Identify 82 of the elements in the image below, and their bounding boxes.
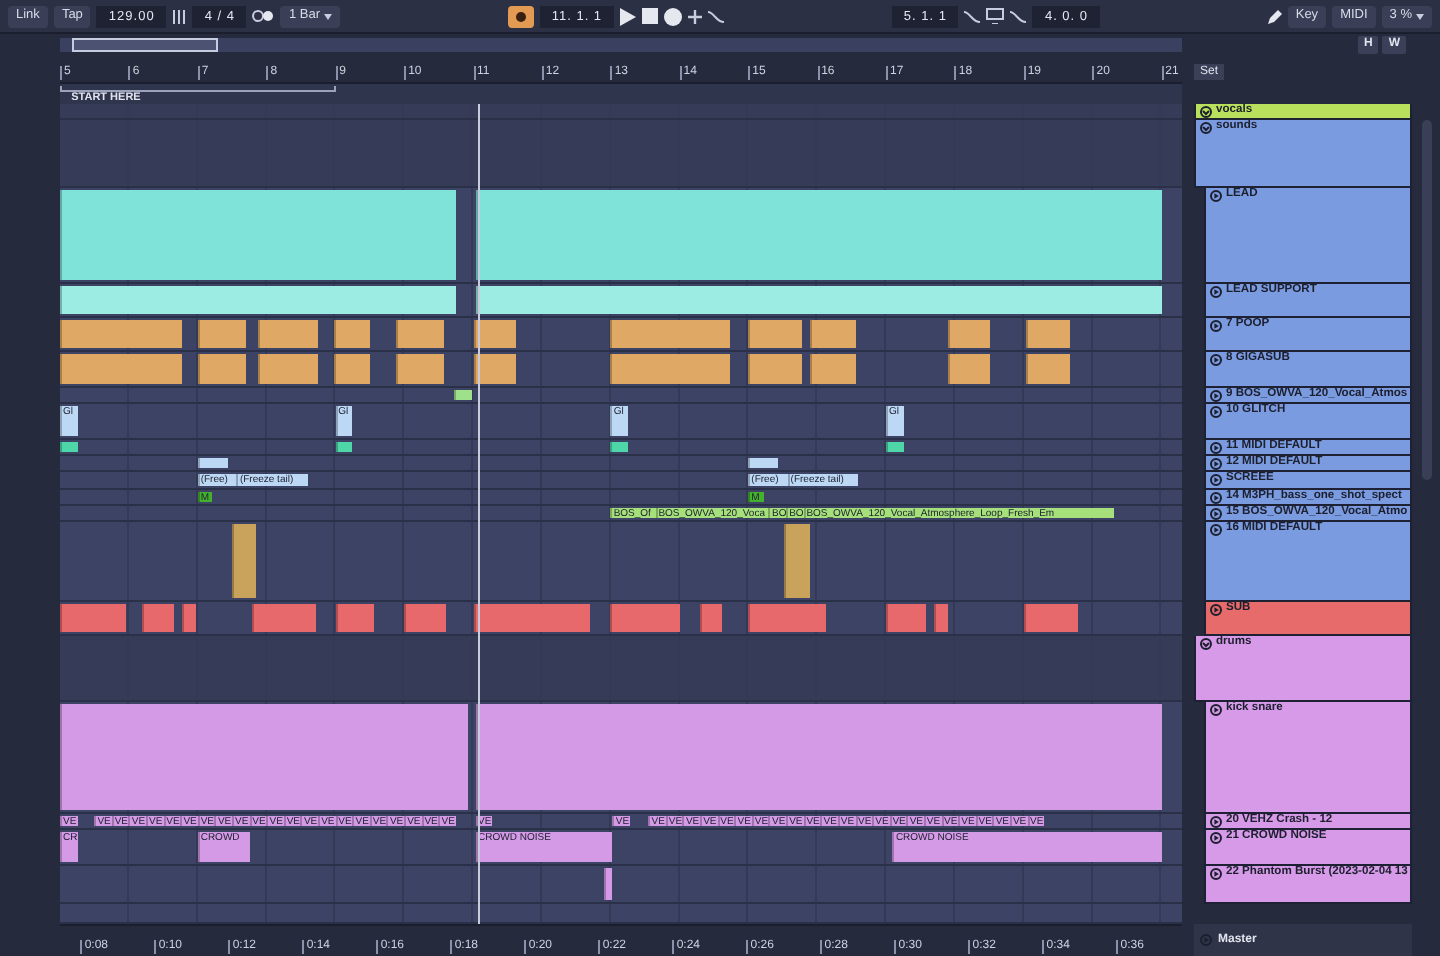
clip[interactable] bbox=[142, 604, 175, 632]
metronome-icon[interactable] bbox=[252, 10, 275, 22]
clip[interactable] bbox=[335, 442, 353, 452]
clip[interactable] bbox=[60, 190, 456, 280]
clip[interactable] bbox=[934, 604, 948, 632]
stop-icon[interactable] bbox=[642, 8, 659, 24]
clip[interactable] bbox=[181, 604, 196, 632]
caret-icon bbox=[1416, 13, 1424, 19]
track-icon[interactable] bbox=[1210, 285, 1222, 297]
record-icon[interactable] bbox=[664, 7, 683, 25]
clip[interactable] bbox=[197, 320, 247, 348]
clip[interactable] bbox=[886, 442, 904, 452]
clip[interactable] bbox=[748, 354, 802, 384]
track-icon[interactable] bbox=[1210, 405, 1222, 417]
clip[interactable] bbox=[396, 354, 444, 384]
clip[interactable] bbox=[473, 354, 517, 384]
clip[interactable] bbox=[948, 320, 990, 348]
clip[interactable] bbox=[473, 604, 591, 632]
overview-window[interactable] bbox=[71, 38, 218, 52]
track-icon[interactable] bbox=[1210, 319, 1222, 331]
clip[interactable] bbox=[610, 604, 680, 632]
record-dot-icon bbox=[515, 11, 526, 21]
clip[interactable] bbox=[886, 604, 926, 632]
clip[interactable] bbox=[1023, 604, 1079, 632]
clip[interactable] bbox=[783, 524, 810, 598]
pencil-icon[interactable] bbox=[1267, 9, 1282, 23]
loop-bracket[interactable] bbox=[60, 86, 336, 92]
clip[interactable] bbox=[809, 320, 857, 348]
track-icon[interactable] bbox=[1210, 603, 1222, 615]
clip[interactable] bbox=[60, 320, 182, 348]
clip[interactable] bbox=[1025, 320, 1070, 348]
clip[interactable] bbox=[404, 604, 446, 632]
clip[interactable] bbox=[258, 320, 318, 348]
track-icon[interactable] bbox=[1210, 353, 1222, 365]
track-icon[interactable] bbox=[1210, 831, 1222, 843]
scrollbar[interactable] bbox=[1422, 120, 1432, 480]
caret-icon bbox=[324, 13, 333, 19]
clip[interactable] bbox=[60, 442, 78, 452]
clip[interactable] bbox=[60, 286, 456, 314]
overview-bar[interactable] bbox=[60, 38, 1182, 52]
track-icon[interactable] bbox=[1210, 523, 1222, 535]
plus-icon[interactable] bbox=[688, 9, 703, 23]
clip[interactable] bbox=[475, 190, 1162, 280]
clip[interactable] bbox=[252, 604, 316, 632]
clip[interactable] bbox=[948, 354, 990, 384]
fold-icon[interactable] bbox=[1200, 105, 1212, 117]
clip[interactable] bbox=[333, 354, 371, 384]
clip[interactable] bbox=[60, 704, 469, 810]
clip[interactable] bbox=[610, 442, 628, 452]
clip[interactable] bbox=[197, 458, 228, 468]
track-icon[interactable] bbox=[1210, 189, 1222, 201]
clip[interactable] bbox=[748, 320, 802, 348]
clip[interactable] bbox=[700, 604, 723, 632]
track-icon[interactable] bbox=[1210, 867, 1222, 879]
clip[interactable] bbox=[748, 458, 778, 468]
clip[interactable] bbox=[60, 354, 182, 384]
nudge-icon[interactable] bbox=[172, 9, 187, 23]
track-icon[interactable] bbox=[1200, 934, 1212, 947]
clip[interactable] bbox=[473, 320, 517, 348]
clip[interactable] bbox=[748, 604, 827, 632]
clip[interactable] bbox=[258, 354, 318, 384]
fold-icon[interactable] bbox=[1200, 637, 1212, 649]
track-icon[interactable] bbox=[1210, 473, 1222, 485]
clip[interactable] bbox=[603, 868, 613, 900]
clip[interactable] bbox=[231, 524, 257, 598]
arrangement-record-button[interactable] bbox=[507, 5, 534, 27]
clip[interactable] bbox=[610, 320, 731, 348]
clip[interactable] bbox=[396, 320, 444, 348]
clip[interactable] bbox=[60, 604, 127, 632]
clip[interactable] bbox=[475, 704, 1162, 810]
clip[interactable] bbox=[197, 354, 247, 384]
automation-icon[interactable] bbox=[708, 9, 725, 23]
clip[interactable] bbox=[1025, 354, 1070, 384]
fold-icon[interactable] bbox=[1200, 121, 1212, 133]
clip[interactable] bbox=[335, 604, 375, 632]
track-icon[interactable] bbox=[1210, 703, 1222, 715]
clip[interactable] bbox=[610, 354, 731, 384]
play-icon[interactable] bbox=[620, 7, 637, 25]
clip[interactable] bbox=[333, 320, 371, 348]
clip[interactable] bbox=[475, 286, 1162, 314]
clip[interactable] bbox=[809, 354, 857, 384]
clip[interactable] bbox=[453, 390, 473, 400]
